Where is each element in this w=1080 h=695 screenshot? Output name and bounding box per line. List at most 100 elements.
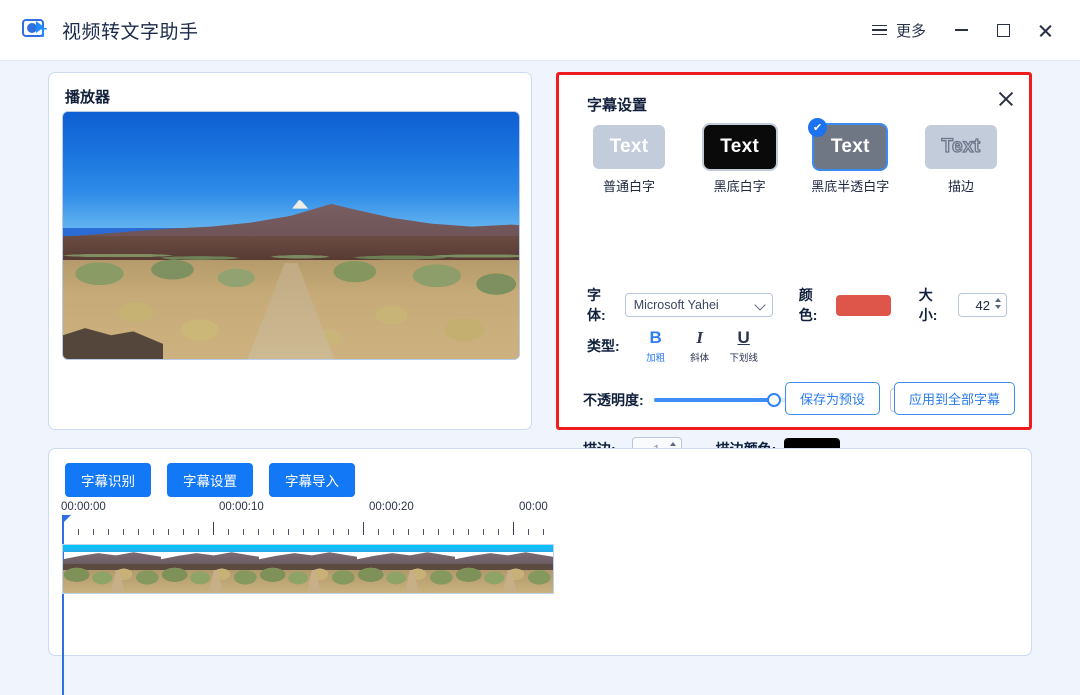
preset-black-bg-white-label: 黑底白字 [713,179,766,194]
stepper-arrows-icon[interactable] [995,298,1001,309]
ruler-minor-tick [243,529,244,535]
subtitle-settings-panel: 字幕设置 Text 普通白字 Text 黑底白字 ✔ Text 黑底半透白字 T… [556,72,1032,461]
ruler-minor-tick [228,529,229,535]
close-icon [1038,23,1053,38]
ruler-minor-tick [333,529,334,535]
preset-black-bg-white[interactable]: Text 黑底白字 [694,125,786,195]
more-menu-label: 更多 [895,22,926,40]
ruler-minor-tick [198,529,199,535]
font-size-stepper[interactable]: 42 [958,293,1007,317]
preset-outline-label: 描边 [947,179,974,194]
italic-icon: I [696,328,703,347]
panel-close-icon[interactable] [997,90,1015,108]
panel-actions: 保存为预设 应用到全部字幕 [784,382,1015,415]
font-select[interactable]: Microsoft Yahei [624,293,773,317]
timeline-ruler[interactable]: 00:00:00 00:00:10 00:00:20 00:00 [61,501,1018,537]
timeline-toolbar: 字幕识别 字幕设置 字幕导入 [65,463,355,497]
ruler-major-tick [363,522,364,535]
video-sky [63,112,519,229]
preset-semi-transparent[interactable]: ✔ Text 黑底半透白字 [804,118,896,195]
ruler-minor-tick [528,529,529,535]
bold-icon: B [649,328,662,347]
ruler-minor-tick [303,529,304,535]
title-bar: T 视频转文字助手 更多 [0,0,1080,61]
ruler-minor-tick [348,529,349,535]
bold-label: 加粗 [646,352,666,364]
player-panel: 播放器 ▶ ◀◀ ▶▶ 00:00:00,000/00:00:30,256 [48,72,532,490]
video-thumbnail-strip[interactable] [63,545,553,593]
ruler-label-0: 00:00:00 [61,501,106,513]
ruler-minor-tick [123,529,124,535]
video-preview[interactable] [63,112,519,359]
timeline-playhead[interactable] [62,515,64,695]
ruler-labels: 00:00:00 00:00:10 00:00:20 00:00 [61,501,1018,517]
preset-plain-white[interactable]: Text 普通白字 [583,125,675,195]
ruler-minor-tick [378,529,379,535]
maximize-button[interactable] [982,0,1024,60]
preset-outline[interactable]: Text 描边 [915,125,1007,195]
ruler-ticks [62,521,1018,535]
ruler-minor-tick [258,529,259,535]
thumbnail-frame [161,545,259,593]
ruler-major-tick [213,522,214,535]
ruler-minor-tick [438,529,439,535]
thumbnail-frame [357,545,455,593]
subtitle-import-button[interactable]: 字幕导入 [269,463,355,497]
subtitle-settings-title: 字幕设置 [587,97,648,114]
underline-icon: U [737,328,750,347]
font-select-value: Microsoft Yahei [633,298,719,312]
ruler-minor-tick [153,529,154,535]
bold-button[interactable]: B 加粗 [634,328,678,364]
size-label: 大小: [918,287,938,323]
chevron-down-icon [754,299,766,311]
ruler-label-3: 00:00 [519,501,548,513]
preset-selected-check-icon: ✔ [808,118,828,137]
color-label: 颜色: [798,287,818,323]
minimize-button[interactable] [940,0,982,60]
player-title: 播放器 [65,89,111,106]
preset-plain-white-sample: Text [593,125,665,169]
thumbnail-frame [259,545,357,593]
preset-semi-transparent-label: 黑底半透白字 [811,179,890,194]
app-title: 视频转文字助手 [62,21,199,43]
subtitle-settings-button[interactable]: 字幕设置 [167,463,253,497]
ruler-label-2: 00:00:20 [369,501,414,513]
preset-plain-white-label: 普通白字 [602,179,655,194]
preset-outline-sample: Text [924,125,997,169]
window-controls: 更多 [858,0,1080,60]
save-preset-button[interactable]: 保存为预设 [784,382,880,415]
ruler-minor-tick [183,529,184,535]
preset-black-bg-white-sample: Text [703,125,776,169]
ruler-minor-tick [483,529,484,535]
ruler-label-1: 00:00:10 [219,501,264,513]
opacity-slider-handle[interactable] [766,393,781,407]
font-color-swatch[interactable] [836,294,891,316]
subtitle-recognize-button[interactable]: 字幕识别 [65,463,151,497]
font-row: 字体: Microsoft Yahei 颜色: 大小: 42 [587,285,1007,325]
apply-all-button[interactable]: 应用到全部字幕 [893,382,1015,415]
underline-label: 下划线 [729,352,758,364]
opacity-slider-fill [653,398,774,402]
more-menu-button[interactable]: 更多 [858,0,940,60]
ruler-major-tick [513,522,514,535]
ruler-minor-tick [93,529,94,535]
type-row: 类型: B 加粗 I 斜体 U 下划线 [587,328,887,364]
ruler-minor-tick [288,529,289,535]
thumbnail-frame [455,545,553,593]
italic-label: 斜体 [690,352,710,364]
underline-button[interactable]: U 下划线 [722,328,766,364]
font-size-value: 42 [975,297,990,313]
preset-semi-transparent-sample: ✔ Text [808,118,887,169]
font-label: 字体: [587,287,606,323]
close-button[interactable] [1024,0,1066,60]
playhead-flag-icon[interactable] [62,515,71,524]
ruler-minor-tick [468,529,469,535]
ruler-minor-tick [318,529,319,535]
italic-button[interactable]: I 斜体 [678,328,722,364]
type-label: 类型: [587,338,620,355]
ruler-minor-tick [498,529,499,535]
ruler-minor-tick [273,529,274,535]
app-logo-icon: T [22,17,52,43]
hamburger-icon [871,24,887,36]
maximize-icon [996,23,1010,37]
